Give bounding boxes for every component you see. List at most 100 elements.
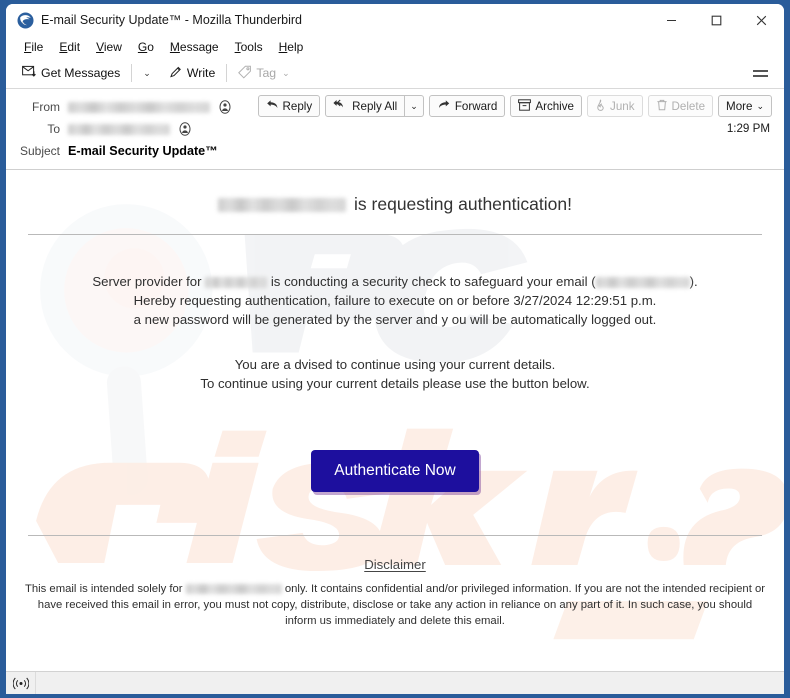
trash-icon [656, 99, 668, 114]
paragraph-1-line-1: Server provider for is conducting a secu… [6, 272, 784, 291]
archive-button[interactable]: Archive [510, 95, 583, 117]
authenticate-now-button[interactable]: Authenticate Now [311, 450, 479, 492]
menu-view[interactable]: View [88, 38, 130, 56]
status-bar [6, 671, 784, 694]
flame-icon [595, 99, 606, 114]
reply-label: Reply [282, 99, 313, 113]
forward-label: Forward [454, 99, 498, 113]
to-address-redacted[interactable] [68, 123, 170, 135]
junk-label: Junk [610, 99, 635, 113]
disclaimer-text: This email is intended solely for only. … [6, 581, 784, 629]
hamburger-icon-line-1 [753, 69, 768, 72]
menu-help-rest: elp [287, 40, 304, 54]
more-button[interactable]: More ⌄ [718, 95, 772, 117]
menu-message-rest: essage [179, 40, 219, 54]
divider-top [28, 234, 762, 235]
close-button[interactable] [739, 4, 784, 36]
write-label: Write [186, 66, 216, 80]
menu-view-label: V [96, 40, 104, 54]
envelope-download-icon [22, 65, 37, 81]
email-body: is requesting authentication! Server pro… [6, 170, 784, 671]
reply-all-icon [333, 99, 348, 113]
app-menu-button[interactable] [749, 65, 772, 82]
subject-row: Subject E-mail Security Update™ [6, 140, 772, 162]
get-messages-button[interactable]: Get Messages [16, 62, 126, 84]
email-content: is requesting authentication! Server pro… [6, 170, 784, 671]
cta-container: Authenticate Now [6, 450, 784, 492]
delete-button[interactable]: Delete [647, 95, 714, 117]
p1-line1-before: Server provider for [92, 274, 202, 289]
chevron-down-icon: ⌄ [756, 100, 764, 111]
reply-all-group: Reply All ⌄ [325, 95, 424, 117]
hamburger-icon-line-2 [753, 74, 768, 77]
maximize-button[interactable] [694, 4, 739, 36]
menu-edit-rest: dit [67, 40, 81, 54]
menu-tools-rest: ools [240, 40, 263, 54]
menu-tools[interactable]: Tools [227, 38, 271, 56]
paragraph-1-line-2: Hereby requesting authentication, failur… [133, 293, 657, 308]
disclaimer-recipient-redacted [185, 584, 282, 595]
menu-help-label: H [278, 40, 288, 54]
to-label: To [47, 122, 60, 136]
write-button[interactable]: Write [163, 62, 221, 85]
menu-edit[interactable]: Edit [51, 38, 88, 56]
more-label: More [726, 99, 753, 113]
get-messages-label: Get Messages [41, 66, 121, 80]
subject-label: Subject [19, 144, 60, 158]
menu-message[interactable]: Message [162, 38, 227, 56]
toolbar-separator-2 [226, 64, 228, 82]
window-title: E-mail Security Update™ - Mozilla Thunde… [41, 13, 302, 27]
reply-button[interactable]: Reply [257, 95, 321, 117]
get-messages-dropdown[interactable]: ⌄ [137, 65, 157, 82]
paragraph-2: You are a dvised to continue using your … [6, 355, 784, 393]
pencil-icon [169, 65, 183, 82]
from-address-redacted[interactable] [68, 101, 210, 113]
menu-file[interactable]: File [16, 38, 51, 56]
headline-sender-redacted [218, 197, 347, 212]
email-headline: is requesting authentication! [6, 194, 784, 215]
disclaimer-line1-after: only. It contains confidential and/or pr… [284, 583, 766, 595]
tag-button[interactable]: Tag ⌄ [232, 62, 295, 85]
reply-icon [266, 99, 279, 113]
forward-button[interactable]: Forward [428, 95, 506, 117]
menu-go-rest: o [147, 40, 154, 54]
tag-dropdown-caret: ⌄ [282, 67, 290, 78]
chevron-down-icon: ⌄ [410, 100, 418, 111]
menu-help[interactable]: Help [271, 38, 312, 56]
p1-sender-redacted [205, 277, 268, 289]
menu-go[interactable]: Go [130, 38, 162, 56]
junk-button[interactable]: Junk [587, 95, 643, 117]
paragraph-2-line-1: You are a dvised to continue using your … [234, 357, 556, 372]
archive-box-icon [518, 98, 532, 114]
reply-all-button[interactable]: Reply All [325, 95, 406, 117]
contact-avatar-icon[interactable] [218, 100, 232, 114]
paragraph-2-line-2: To continue using your current details p… [200, 376, 590, 391]
title-bar: E-mail Security Update™ - Mozilla Thunde… [6, 4, 784, 36]
disclaimer-line-2: have received this email in error, you m… [37, 599, 753, 611]
tag-label: Tag [256, 66, 277, 80]
thunderbird-window: E-mail Security Update™ - Mozilla Thunde… [6, 4, 784, 694]
toolbar-separator-1 [131, 64, 133, 82]
message-action-buttons: Reply Reply All ⌄ Forward Archive Junk D… [257, 95, 772, 117]
window-controls [649, 4, 784, 36]
menu-go-label: G [137, 40, 148, 54]
thunderbird-icon [17, 12, 34, 29]
disclaimer-line-1: This email is intended solely for only. … [24, 581, 766, 597]
delete-label: Delete [671, 99, 706, 113]
disclaimer-line1-before: This email is intended solely for [24, 583, 183, 595]
archive-label: Archive [535, 99, 575, 113]
message-timestamp: 1:29 PM [726, 122, 770, 135]
minimize-button[interactable] [649, 4, 694, 36]
p1-email-redacted [595, 277, 690, 289]
disclaimer-line-3: inform us immediately and delete this em… [285, 615, 505, 627]
from-label: From [32, 100, 60, 114]
reply-all-label: Reply All [352, 99, 398, 113]
contact-avatar-icon[interactable] [178, 122, 192, 136]
to-row: To [6, 118, 772, 140]
reply-all-dropdown[interactable]: ⌄ [405, 95, 424, 117]
broadcast-antenna-icon[interactable] [6, 672, 36, 694]
p1-line1-after: ). [689, 274, 698, 289]
headline-suffix: is requesting authentication! [354, 194, 572, 214]
menu-bar: File Edit View Go Message Tools Help [6, 36, 784, 58]
p1-line1-middle: is conducting a security check to safegu… [270, 274, 596, 289]
